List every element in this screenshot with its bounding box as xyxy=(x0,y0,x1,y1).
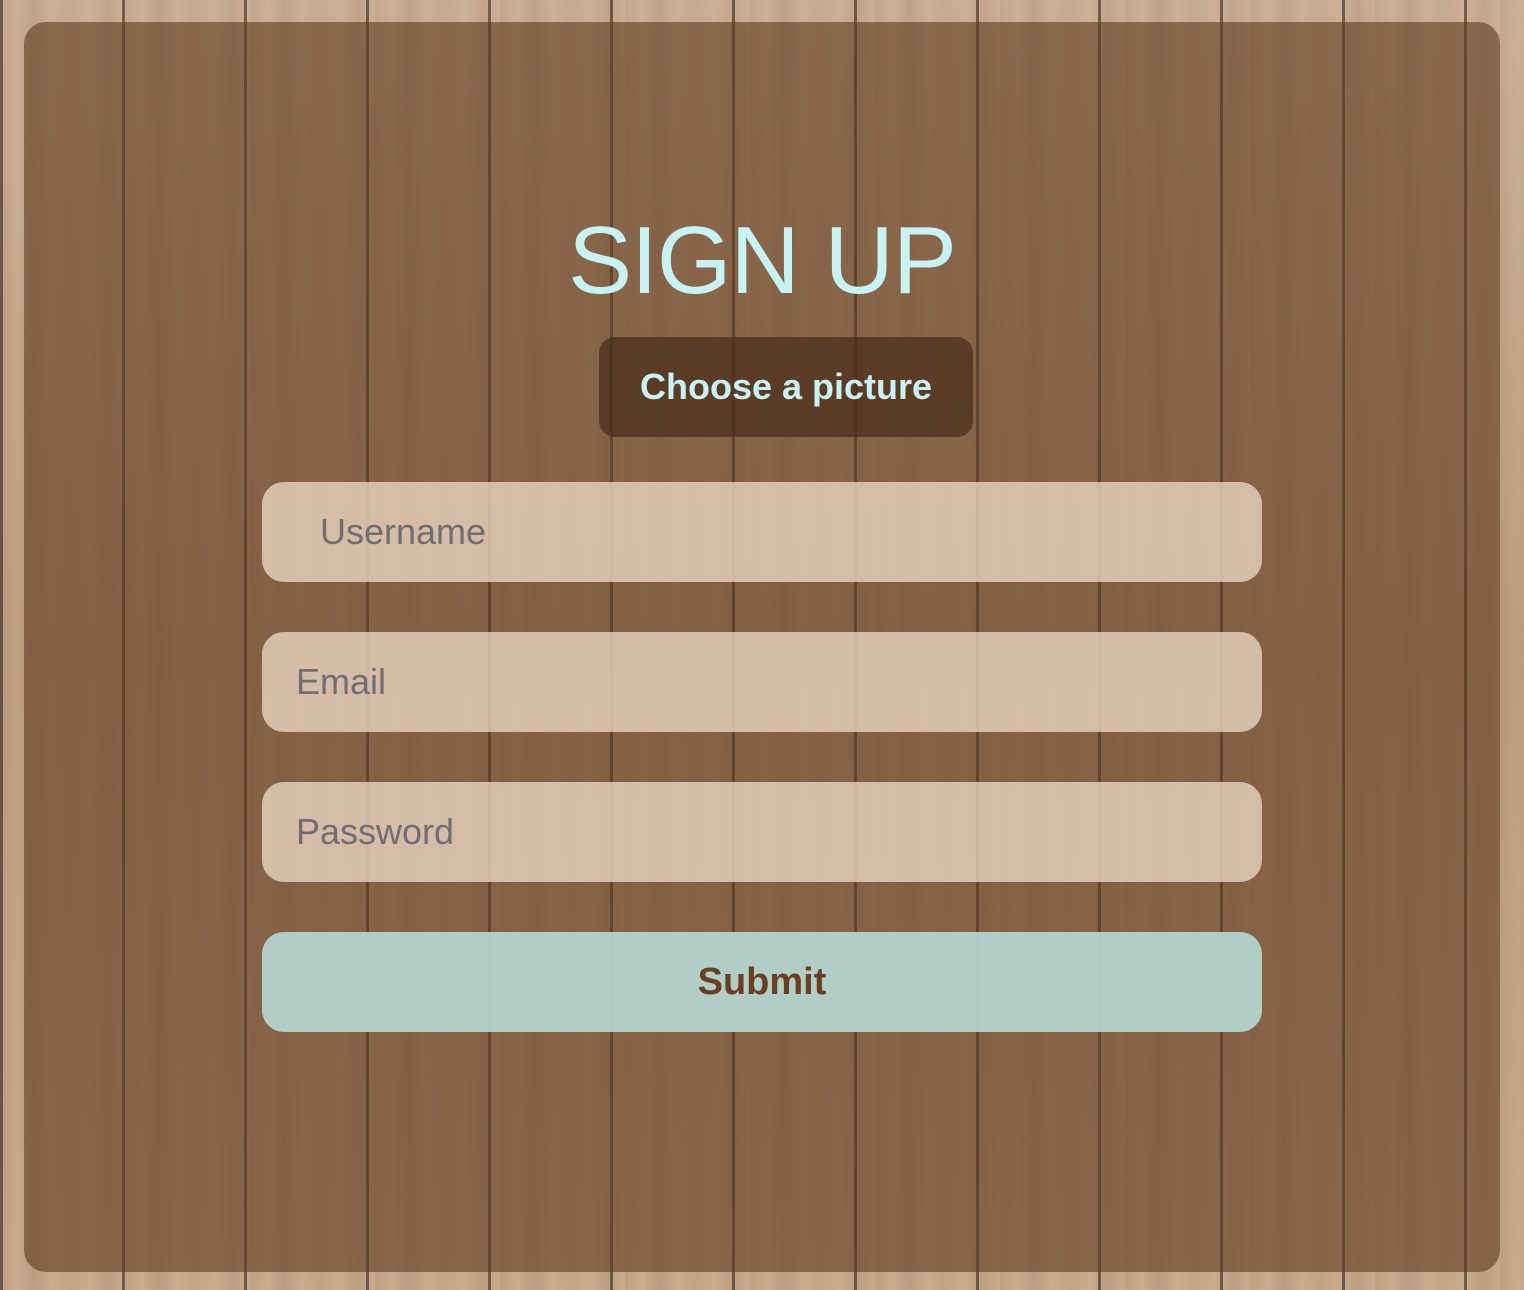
choose-picture-button[interactable]: Choose a picture xyxy=(599,337,973,437)
username-input[interactable] xyxy=(262,482,1262,582)
page: { "form": { "title": "SIGN UP", "choose_… xyxy=(0,0,1524,1290)
submit-button[interactable]: Submit xyxy=(262,932,1262,1032)
page-title: SIGN UP xyxy=(568,207,957,314)
password-input[interactable] xyxy=(262,782,1262,882)
email-input[interactable] xyxy=(262,632,1262,732)
